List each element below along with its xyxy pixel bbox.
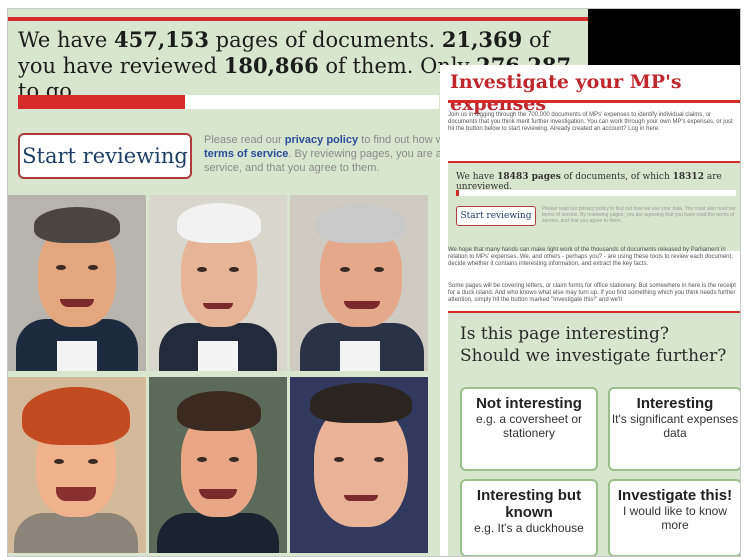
mouth-shape	[60, 299, 94, 307]
reviewed-pages-count: 180,866	[223, 53, 319, 78]
choice-title: Investigate this!	[617, 487, 733, 504]
choice-subtitle: I would like to know more	[622, 504, 728, 532]
mp-photo-grid	[8, 195, 440, 556]
mp-photo	[290, 195, 428, 371]
hair-shape	[177, 391, 261, 431]
mp-photo	[149, 195, 287, 371]
choice-title: Interesting	[636, 395, 714, 412]
headline-lead-text: We have	[18, 28, 108, 52]
eye-shape	[374, 267, 384, 272]
question-red-rule	[448, 311, 740, 313]
choice-title: Not interesting	[476, 395, 582, 412]
panel-stats-text: We have 18483 pages of documents, of whi…	[456, 172, 736, 192]
eye-shape	[88, 459, 98, 464]
mp-photo	[290, 377, 428, 553]
mouth-shape	[344, 495, 378, 501]
start-reviewing-button[interactable]: Start reviewing	[18, 133, 192, 179]
panel-red-rule	[448, 100, 740, 103]
privacy-text: Please read our	[204, 134, 282, 146]
black-overlay-bar	[588, 9, 740, 65]
mp-photo	[8, 377, 146, 553]
stats-text: We have	[456, 172, 495, 182]
eye-shape	[197, 457, 207, 462]
panel-title: Investigate your MP's expenses	[450, 71, 682, 115]
panel-privacy-text: Please read our privacy policy to find o…	[542, 206, 737, 224]
choice-subtitle: e.g. It's a duckhouse	[474, 521, 584, 535]
interesting-but-known-button[interactable]: Interesting but known e.g. It's a duckho…	[460, 479, 598, 556]
mouth-shape	[56, 487, 96, 501]
stats-text: of documents, of which	[563, 172, 670, 182]
privacy-policy-link[interactable]: privacy policy	[285, 134, 358, 146]
suit-shape	[157, 513, 279, 553]
webpage-frame: We have 457,153 pages of documents. 21,3…	[7, 8, 741, 557]
headline-text: pages of documents.	[215, 28, 436, 52]
mouth-shape	[199, 489, 237, 499]
collar-shape	[57, 341, 97, 371]
eye-shape	[229, 267, 239, 272]
mp-photo	[149, 377, 287, 553]
panel-start-reviewing-button[interactable]: Start reviewing	[456, 206, 536, 226]
reviewers-count: 21,369	[441, 27, 523, 52]
collar-shape	[198, 341, 238, 371]
suit-shape	[14, 513, 138, 553]
eye-shape	[374, 457, 384, 462]
total-pages-count: 457,153	[114, 27, 209, 52]
hair-shape	[177, 203, 261, 243]
stats-unreviewed-count: 18312	[672, 172, 704, 182]
panel-stats-red-rule	[448, 161, 740, 163]
panel-paragraph: Some pages will be covering letters, or …	[448, 283, 736, 303]
panel-progress-fill	[456, 190, 459, 196]
terms-of-service-link[interactable]: terms of service	[204, 148, 288, 160]
hair-shape	[22, 387, 130, 445]
interesting-button[interactable]: Interesting It's significant expenses da…	[608, 387, 740, 471]
collar-shape	[340, 341, 380, 371]
privacy-notice: Please read our privacy policy to find o…	[204, 133, 444, 175]
hair-shape	[316, 205, 406, 243]
hair-shape	[310, 383, 412, 423]
eye-shape	[340, 267, 350, 272]
investigate-this-button[interactable]: Investigate this! I would like to know m…	[608, 479, 740, 556]
eye-shape	[54, 459, 64, 464]
privacy-text: to find out how w	[361, 134, 444, 146]
not-interesting-button[interactable]: Not interesting e.g. a coversheet or sta…	[460, 387, 598, 471]
panel-progress-bar	[456, 190, 736, 196]
mp-photo	[8, 195, 146, 371]
eye-shape	[88, 265, 98, 270]
choice-title: Interesting but known	[476, 487, 582, 521]
panel-intro-text: Join us in digging through the 700,000 d…	[448, 112, 733, 132]
stats-pages-count: 18483 pages	[497, 172, 561, 182]
hair-shape	[34, 207, 120, 243]
eye-shape	[334, 457, 344, 462]
panel-paragraph: We hope that many hands can make light w…	[448, 247, 733, 267]
top-red-rule	[8, 17, 588, 21]
mouth-shape	[203, 303, 233, 309]
eye-shape	[229, 457, 239, 462]
choice-subtitle: It's significant expenses data	[611, 412, 739, 440]
eye-shape	[197, 267, 207, 272]
eye-shape	[56, 265, 66, 270]
mouth-shape	[344, 301, 380, 309]
review-progress-fill	[18, 95, 185, 109]
choice-subtitle: e.g. a coversheet or stationery	[475, 412, 583, 440]
review-progress-bar	[18, 95, 439, 109]
interest-question: Is this page interesting? Should we inve…	[460, 324, 727, 366]
